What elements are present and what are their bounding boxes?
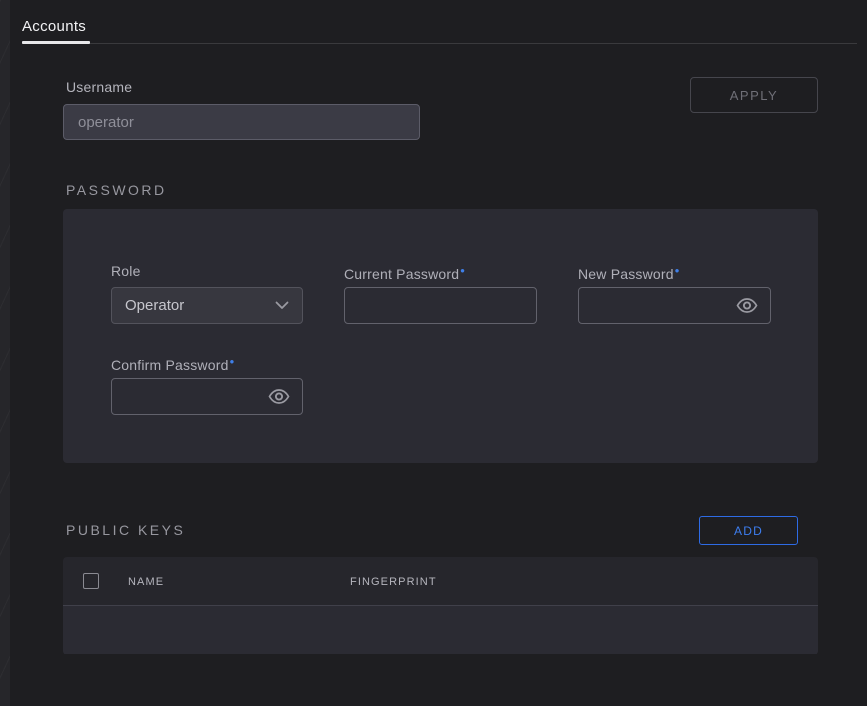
role-label-text: Role (111, 263, 141, 279)
current-password-input[interactable] (345, 288, 536, 323)
role-label: Role (111, 263, 141, 279)
column-header-name: NAME (128, 576, 164, 588)
confirm-password-label: Confirm Password• (111, 354, 234, 373)
new-password-label-text: New Password (578, 266, 674, 282)
new-password-visibility-toggle[interactable] (736, 288, 770, 323)
accounts-settings-page: Accounts Username APPLY PASSWORD Role Cu… (0, 0, 867, 706)
add-public-key-button[interactable]: ADD (699, 516, 798, 545)
apply-button[interactable]: APPLY (690, 77, 818, 113)
current-password-label-text: Current Password (344, 266, 459, 282)
confirm-password-field-wrap (111, 378, 303, 415)
password-panel: Role Current Password• New Password• Con… (63, 209, 818, 463)
eye-icon (268, 389, 290, 404)
select-all-checkbox[interactable] (83, 573, 99, 589)
username-label: Username (66, 79, 132, 95)
confirm-password-label-text: Confirm Password (111, 357, 229, 373)
tab-bar-divider (22, 43, 857, 44)
public-keys-section-heading: PUBLIC KEYS (66, 522, 185, 538)
eye-icon (736, 298, 758, 313)
role-select-value: Operator (125, 297, 184, 314)
required-dot: • (675, 263, 680, 278)
confirm-password-input[interactable] (112, 379, 268, 414)
required-dot: • (230, 354, 235, 369)
tab-accounts[interactable]: Accounts (22, 18, 86, 35)
public-keys-empty-row (63, 606, 818, 654)
password-section-heading: PASSWORD (66, 182, 167, 198)
confirm-password-visibility-toggle[interactable] (268, 379, 302, 414)
chevron-down-icon (275, 301, 289, 310)
new-password-label: New Password• (578, 263, 680, 282)
public-keys-table-header: NAME FINGERPRINT (63, 557, 818, 606)
column-header-fingerprint: FINGERPRINT (350, 576, 437, 588)
current-password-field-wrap (344, 287, 537, 324)
role-select[interactable]: Operator (111, 287, 303, 324)
new-password-field-wrap (578, 287, 771, 324)
username-input[interactable] (63, 104, 420, 140)
public-keys-table: NAME FINGERPRINT (63, 557, 818, 655)
active-tab-underline (22, 41, 90, 44)
current-password-label: Current Password• (344, 263, 465, 282)
left-edge-strip (0, 0, 10, 706)
new-password-input[interactable] (579, 288, 736, 323)
required-dot: • (460, 263, 465, 278)
